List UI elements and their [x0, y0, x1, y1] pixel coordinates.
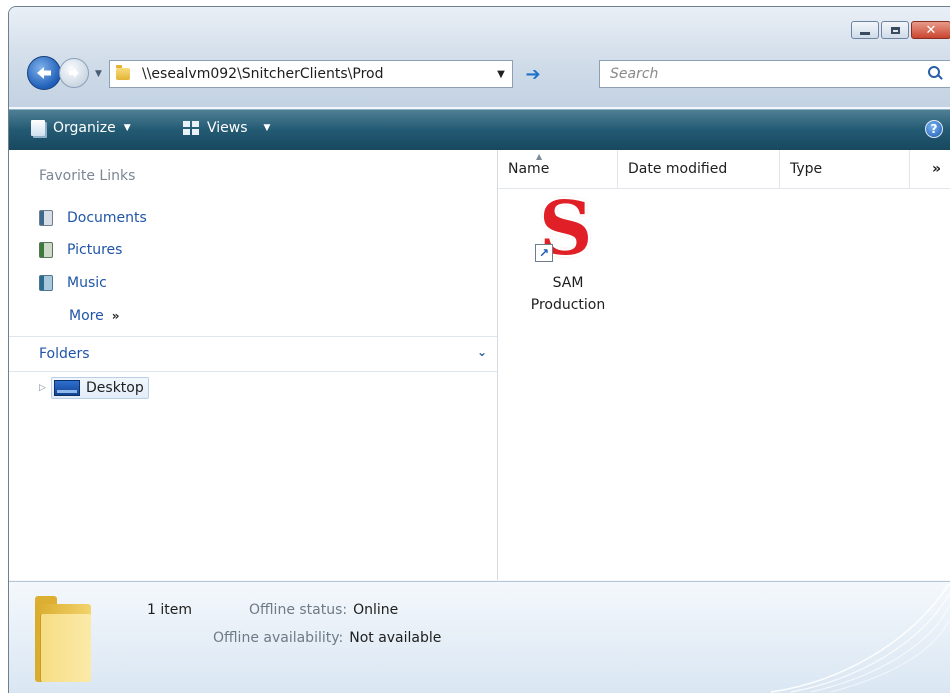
tree-item-selected[interactable]: Desktop: [51, 377, 149, 399]
help-icon[interactable]: ?: [925, 120, 943, 138]
file-list-pane: ▲ Name Date modified Type » S ↗ SAM Prod…: [498, 150, 950, 580]
address-dropdown-icon[interactable]: ▼: [490, 69, 512, 80]
sam-shortcut-icon: S ↗: [535, 192, 601, 266]
navigation-pane: Favorite Links Documents Pictures Music …: [9, 150, 498, 580]
decorative-swoosh: [770, 583, 950, 693]
item-count: 1 item: [147, 602, 192, 618]
column-header-label: Name: [508, 161, 550, 177]
offline-availability-label: Offline availability:: [213, 630, 344, 646]
go-button[interactable]: ➔: [519, 60, 547, 88]
file-item-sam-production[interactable]: S ↗ SAM Production: [508, 192, 628, 316]
offline-availability-row: Offline availability: Not available: [213, 630, 441, 646]
command-bar: Organize ▼ Views ▼ ?: [9, 109, 950, 150]
minimize-icon: [860, 31, 870, 35]
folders-label: Folders: [39, 346, 90, 362]
forward-arrow-icon: [69, 68, 79, 78]
back-arrow-icon: [37, 67, 51, 79]
pictures-icon: [39, 242, 53, 258]
offline-availability-value: Not available: [349, 630, 442, 646]
recent-pages-dropdown[interactable]: ▼: [95, 69, 102, 79]
offline-status-value: Online: [353, 602, 399, 618]
favorite-links-header: Favorite Links: [39, 168, 136, 184]
organize-icon: [31, 120, 45, 136]
column-header-date-modified[interactable]: Date modified: [618, 150, 780, 188]
tree-expander-icon[interactable]: ▷: [39, 383, 51, 393]
chevron-down-icon: ▼: [263, 123, 271, 133]
details-pane: 1 item Offline status: Online Offline av…: [9, 581, 950, 693]
file-name: SAM Production: [518, 272, 618, 316]
favorite-link-pictures[interactable]: Pictures: [39, 242, 122, 258]
more-columns-button[interactable]: »: [910, 150, 950, 188]
maximize-button[interactable]: [881, 21, 909, 39]
file-name-line1: SAM: [552, 275, 584, 291]
documents-icon: [39, 210, 53, 226]
folder-icon: [35, 596, 91, 682]
window-controls: ✕: [851, 21, 950, 39]
search-icon[interactable]: [924, 63, 946, 85]
tree-item-label: Desktop: [86, 380, 144, 396]
chevron-down-icon[interactable]: ⌄: [477, 345, 487, 359]
music-icon: [39, 275, 53, 291]
favorite-link-label: Documents: [67, 210, 147, 226]
desktop-icon: [54, 380, 80, 396]
favorite-link-music[interactable]: Music: [39, 275, 107, 291]
views-button[interactable]: Views ▼: [183, 120, 270, 136]
offline-status-label: Offline status:: [249, 602, 348, 618]
close-icon: ✕: [925, 22, 937, 38]
organize-button[interactable]: Organize ▼: [31, 120, 131, 136]
search-input[interactable]: [600, 65, 924, 83]
go-arrow-icon: ➔: [525, 63, 541, 85]
minimize-button[interactable]: [851, 21, 879, 39]
views-label: Views: [207, 120, 248, 136]
address-bar[interactable]: \\esealvm092\SnitcherClients\Prod ▼: [109, 60, 513, 88]
shortcut-arrow-icon: ↗: [535, 244, 553, 262]
folder-icon: [116, 65, 130, 80]
favorite-link-documents[interactable]: Documents: [39, 210, 147, 226]
more-link[interactable]: More »: [69, 308, 119, 324]
chevron-down-icon: ▼: [123, 123, 131, 133]
column-header-label: Type: [790, 161, 823, 177]
maximize-icon: [890, 26, 900, 34]
column-header-type[interactable]: Type: [780, 150, 910, 188]
navigation-row: ▼ \\esealvm092\SnitcherClients\Prod ▼ ➔: [9, 53, 950, 97]
column-headers: ▲ Name Date modified Type »: [498, 150, 950, 189]
explorer-window: ✕ ▼ \\esealvm092\SnitcherClients\Prod ▼ …: [8, 6, 950, 693]
search-box[interactable]: [599, 60, 950, 88]
double-chevron-right-icon: »: [931, 161, 941, 177]
forward-button[interactable]: [59, 58, 89, 88]
column-header-label: Date modified: [628, 161, 728, 177]
address-text[interactable]: \\esealvm092\SnitcherClients\Prod: [142, 66, 490, 82]
title-bar: ✕ ▼ \\esealvm092\SnitcherClients\Prod ▼ …: [9, 7, 950, 107]
views-icon: [183, 121, 199, 135]
sort-ascending-icon: ▲: [536, 152, 543, 161]
offline-status-row: Offline status: Online: [249, 602, 398, 618]
file-name-line2: Production: [530, 297, 606, 313]
more-label: More: [69, 308, 104, 324]
back-button[interactable]: [27, 56, 61, 90]
favorite-link-label: Music: [67, 275, 107, 291]
favorite-link-label: Pictures: [67, 242, 123, 258]
organize-label: Organize: [53, 120, 116, 136]
tree-item-desktop[interactable]: ▷ Desktop: [39, 376, 149, 400]
column-header-name[interactable]: ▲ Name: [498, 150, 618, 188]
close-button[interactable]: ✕: [911, 21, 950, 39]
folders-bar[interactable]: Folders ⌄: [9, 337, 497, 372]
double-chevron-right-icon: »: [111, 309, 120, 323]
